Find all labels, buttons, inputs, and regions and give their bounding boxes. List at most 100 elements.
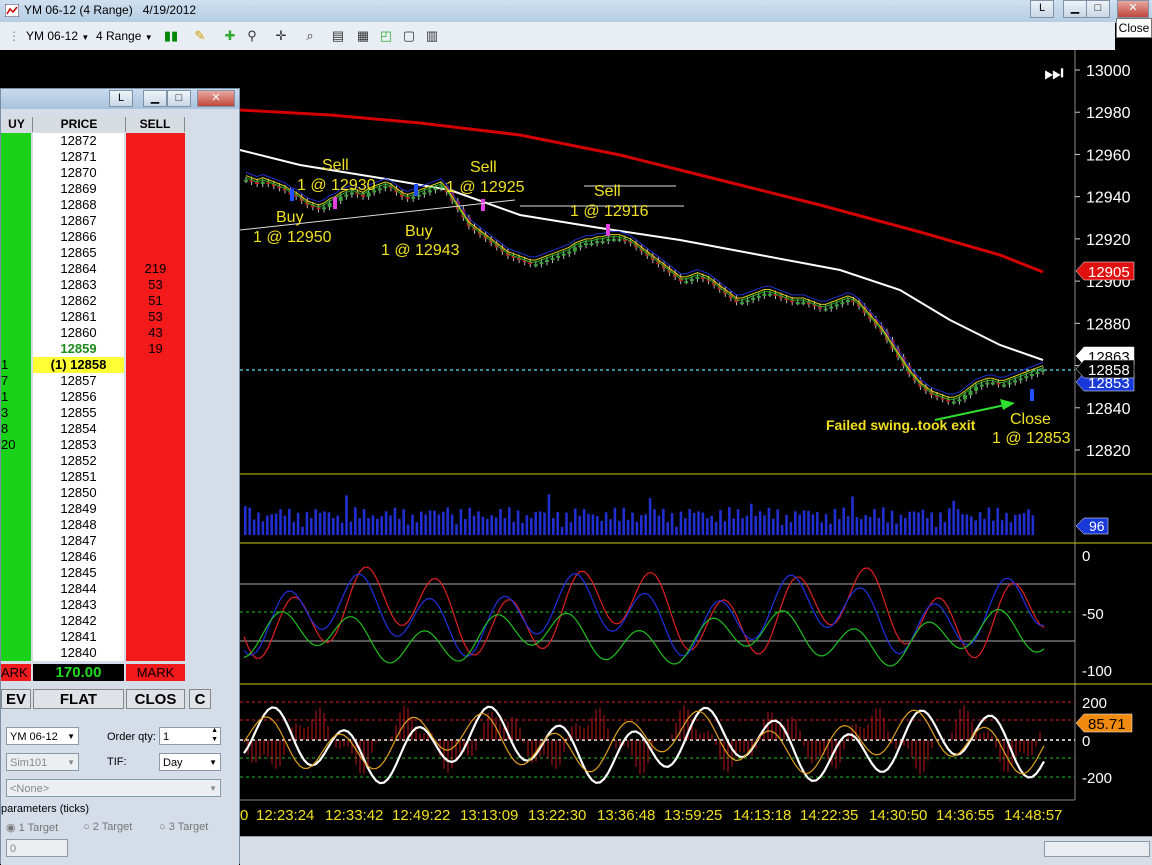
scrollbar-thumb[interactable]: [1044, 841, 1150, 857]
buy-cell[interactable]: [1, 581, 31, 597]
maximize-button[interactable]: □: [1086, 0, 1110, 18]
dom-minimize-button[interactable]: ▁: [143, 90, 167, 107]
chart-trader-icon[interactable]: ◰: [378, 28, 394, 44]
buy-cell[interactable]: 1: [1, 389, 31, 405]
sell-cell[interactable]: [126, 213, 185, 229]
buy-cell[interactable]: [1, 149, 31, 165]
close-position-button[interactable]: CLOS: [126, 689, 185, 709]
target-1-radio[interactable]: ◉ 1 Target: [6, 821, 58, 834]
buy-cell[interactable]: [1, 197, 31, 213]
instrument-selector[interactable]: YM 06-12 ▼: [26, 27, 89, 45]
sell-cell[interactable]: [126, 389, 185, 405]
zoom-icon[interactable]: ⌕: [302, 28, 318, 44]
pencil-draw-icon[interactable]: ✎: [192, 28, 208, 44]
sell-cell[interactable]: [126, 453, 185, 469]
buy-cell[interactable]: [1, 629, 31, 645]
crosshair-icon[interactable]: ✛: [273, 28, 289, 44]
indicators-icon[interactable]: ▦: [355, 28, 371, 44]
sell-cell[interactable]: [126, 181, 185, 197]
buy-cell[interactable]: [1, 501, 31, 517]
sell-cell[interactable]: [126, 517, 185, 533]
sell-cell[interactable]: [126, 149, 185, 165]
mark-left-cell[interactable]: ARK: [1, 664, 31, 681]
sell-cell[interactable]: [126, 549, 185, 565]
sell-cell[interactable]: 19: [126, 341, 185, 357]
buy-cell[interactable]: [1, 293, 31, 309]
sell-cell[interactable]: [126, 469, 185, 485]
order-qty-input[interactable]: 1 ▲ ▼: [159, 727, 221, 745]
sell-cell[interactable]: [126, 437, 185, 453]
reverse-button[interactable]: EV: [1, 689, 31, 709]
sell-cell[interactable]: [126, 613, 185, 629]
buy-cell[interactable]: [1, 213, 31, 229]
buy-cell[interactable]: 3: [1, 405, 31, 421]
buy-cell[interactable]: [1, 565, 31, 581]
dom-link-button[interactable]: L: [109, 90, 133, 107]
sell-cell[interactable]: [126, 133, 185, 149]
sell-cell[interactable]: [126, 501, 185, 517]
buy-cell[interactable]: 1: [1, 357, 31, 373]
buy-cell[interactable]: [1, 613, 31, 629]
sell-cell[interactable]: [126, 581, 185, 597]
chart-horizontal-scrollbar[interactable]: ▶: [240, 836, 1152, 865]
buy-cell[interactable]: 7: [1, 373, 31, 389]
buy-cell[interactable]: [1, 597, 31, 613]
target-3-radio[interactable]: ○ 3 Target: [159, 821, 208, 833]
buy-cell[interactable]: [1, 645, 31, 661]
interval-selector[interactable]: 4 Range ▼: [96, 27, 153, 45]
cancel-button[interactable]: C: [189, 689, 211, 709]
buy-cell[interactable]: [1, 469, 31, 485]
strategy-icon[interactable]: ▤: [330, 28, 346, 44]
buy-cell[interactable]: [1, 277, 31, 293]
sell-cell[interactable]: [126, 565, 185, 581]
sell-cell[interactable]: 53: [126, 309, 185, 325]
sell-cell[interactable]: [126, 421, 185, 437]
sell-cell[interactable]: 51: [126, 293, 185, 309]
buy-cell[interactable]: [1, 181, 31, 197]
buy-cell[interactable]: [1, 165, 31, 181]
minimize-button[interactable]: ▁: [1063, 0, 1087, 18]
dom-close-button[interactable]: ✕: [197, 90, 235, 107]
sell-cell[interactable]: 43: [126, 325, 185, 341]
sell-cell[interactable]: [126, 165, 185, 181]
buy-cell[interactable]: [1, 245, 31, 261]
buy-cell[interactable]: [1, 261, 31, 277]
buy-cell[interactable]: [1, 309, 31, 325]
spinner-icon[interactable]: ▲ ▼: [211, 726, 218, 744]
buy-cell[interactable]: [1, 549, 31, 565]
sell-cell[interactable]: [126, 629, 185, 645]
sell-cell[interactable]: [126, 357, 185, 373]
dom-maximize-button[interactable]: □: [167, 90, 191, 107]
sell-cell[interactable]: [126, 373, 185, 389]
close-window-button[interactable]: ✕: [1117, 0, 1149, 18]
target-2-radio[interactable]: ○ 2 Target: [83, 821, 132, 833]
properties-icon[interactable]: ▥: [424, 28, 440, 44]
buy-cell[interactable]: [1, 485, 31, 501]
buy-cell[interactable]: [1, 533, 31, 549]
sell-cell[interactable]: [126, 197, 185, 213]
sell-cell[interactable]: 53: [126, 277, 185, 293]
sell-cell[interactable]: [126, 533, 185, 549]
bar-style-icon[interactable]: ▮▮: [163, 28, 179, 44]
sell-cell[interactable]: [126, 485, 185, 501]
tif-select[interactable]: Day ▼: [159, 753, 221, 771]
sell-cell[interactable]: [126, 597, 185, 613]
flat-button[interactable]: FLAT: [33, 689, 124, 709]
pin-icon[interactable]: ⚲: [244, 28, 260, 44]
buy-cell[interactable]: [1, 453, 31, 469]
link-button[interactable]: L: [1030, 0, 1054, 18]
instrument-select[interactable]: YM 06-12 ▼: [6, 727, 79, 745]
buy-cell[interactable]: [1, 517, 31, 533]
mark-right-cell[interactable]: MARK: [126, 664, 185, 681]
buy-cell[interactable]: [1, 325, 31, 341]
data-box-icon[interactable]: ▢: [401, 28, 417, 44]
buy-cell[interactable]: [1, 341, 31, 357]
sell-cell[interactable]: 219: [126, 261, 185, 277]
buy-cell[interactable]: [1, 229, 31, 245]
buy-cell[interactable]: 20: [1, 437, 31, 453]
sell-cell[interactable]: [126, 245, 185, 261]
buy-cell[interactable]: 8: [1, 421, 31, 437]
add-indicator-icon[interactable]: ✚: [222, 28, 238, 44]
sell-cell[interactable]: [126, 405, 185, 421]
sell-cell[interactable]: [126, 229, 185, 245]
